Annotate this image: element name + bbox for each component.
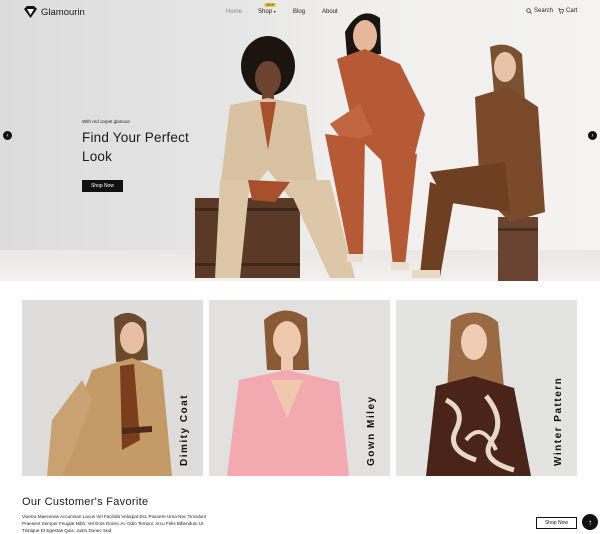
hero-shop-now-button[interactable]: Shop Now <box>82 180 123 192</box>
category-label-dimity-coat: Dimity Coat <box>179 393 190 466</box>
gown-miley-model-image <box>227 310 349 476</box>
nav-shop[interactable]: Shop ▾ <box>258 9 276 15</box>
favorites-shop-now-button[interactable]: Shop Now <box>536 517 577 529</box>
brand-name: Glamourin <box>41 6 85 18</box>
category-card-dimity-coat[interactable]: Dimity Coat <box>22 300 203 476</box>
diamond-logo-icon <box>24 6 37 18</box>
slider-prev-button[interactable]: ‹ <box>3 131 12 140</box>
category-label-winter-pattern: Winter Pattern <box>553 376 564 466</box>
search-button[interactable]: Search <box>526 8 553 14</box>
category-card-winter-pattern[interactable]: Winter Pattern <box>396 300 577 476</box>
search-icon <box>526 8 532 14</box>
favorites-title: Our Customer's Favorite <box>22 496 149 508</box>
slider-next-button[interactable]: › <box>588 131 597 140</box>
search-label: Search <box>534 8 554 14</box>
back-to-top-button[interactable]: ↑ <box>582 514 598 530</box>
hero-model-brown-suit <box>412 44 545 281</box>
chevron-left-icon: ‹ <box>6 132 9 139</box>
category-card-gown-miley[interactable]: Gown Miley <box>209 300 390 476</box>
cart-label: Cart <box>566 8 578 14</box>
dimity-coat-model-image <box>47 312 172 476</box>
cart-icon <box>558 8 564 14</box>
favorites-description: Viverra Maecenas Accumsan Lacus Vel Faci… <box>22 514 207 533</box>
new-badge: NEW <box>264 3 277 7</box>
hero-kicker: With red carpet glamour <box>82 119 131 124</box>
nav-home[interactable]: Home <box>226 9 242 15</box>
chevron-down-icon: ▾ <box>273 9 276 14</box>
winter-pattern-model-image <box>426 312 531 476</box>
nav-shop-label: Shop <box>258 9 273 15</box>
cart-button[interactable]: Cart <box>558 8 577 14</box>
nav-about[interactable]: About <box>322 9 338 15</box>
arrow-up-icon: ↑ <box>588 517 592 527</box>
category-label-gown-miley: Gown Miley <box>366 395 377 466</box>
brand-logo[interactable]: Glamourin <box>24 6 85 18</box>
hero-banner: Glamourin Home NEW Shop ▾ Blog About Sea… <box>0 0 600 281</box>
nav-blog[interactable]: Blog <box>293 9 305 15</box>
chevron-right-icon: › <box>591 132 594 139</box>
site-header: Glamourin Home NEW Shop ▾ Blog About Sea… <box>0 0 600 26</box>
hero-title: Find Your Perfect Look <box>82 130 189 164</box>
